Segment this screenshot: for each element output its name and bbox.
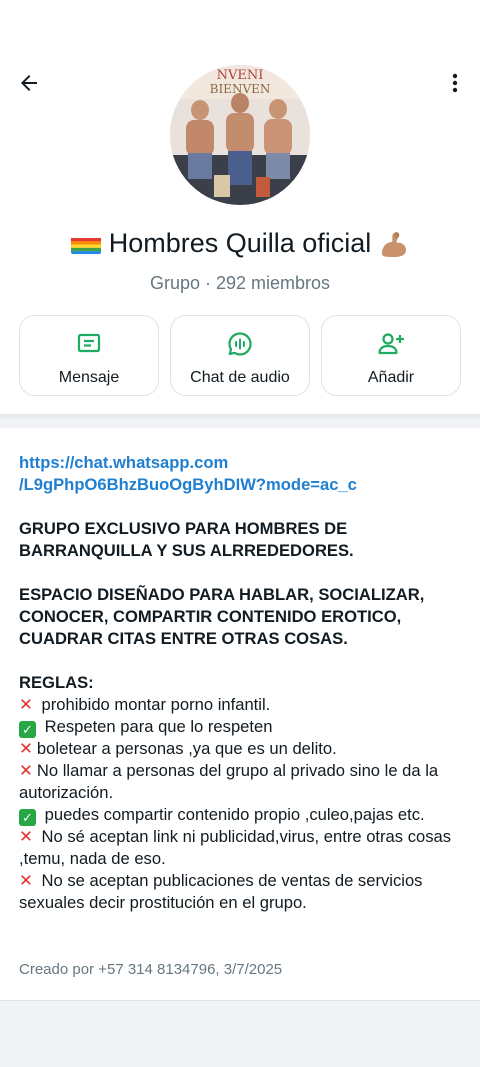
group-avatar[interactable]: NVENI BIENVEN [170,65,310,205]
rules-list: ✕ prohibido montar porno infantil. ✓ Resp… [19,694,459,914]
created-by-text: Creado por +57 314 8134796, 3/7/2025 [19,961,283,978]
group-name-text: Hombres Quilla oficial [108,228,372,258]
invite-link-line1: https://chat.whatsapp.com [19,453,229,472]
rule-text: prohibido montar porno infantil. [36,695,271,714]
cross-mark-icon: ✕ [19,827,33,846]
rule-text: boletear a personas ,ya que es un delito… [36,739,337,758]
rule-text: No llamar a personas del grupo al privad… [19,761,439,802]
rule-text: No se aceptan publicaciones de ventas de… [19,871,423,912]
group-description: https://chat.whatsapp.com /L9gPhpO6BhzBu… [19,452,459,914]
section-divider [0,414,480,420]
check-mark-icon: ✓ [19,721,36,738]
more-vertical-icon [452,73,458,93]
audio-chat-icon [228,332,252,356]
group-header-card: NVENI BIENVEN Hombres Quilla oficial Gru… [0,0,480,414]
group-description-card: https://chat.whatsapp.com /L9gPhpO6BhzBu… [0,428,480,1001]
description-purpose: ESPACIO DISEÑADO PARA HABLAR, SOCIALIZAR… [19,585,425,648]
check-mark-icon: ✓ [19,809,36,826]
cross-mark-icon: ✕ [19,739,33,758]
cross-mark-icon: ✕ [19,695,33,714]
invite-link[interactable]: https://chat.whatsapp.com /L9gPhpO6BhzBu… [19,452,459,496]
audio-chat-button[interactable]: Chat de audio [170,315,310,396]
rule-item: ✕ No se aceptan publicaciones de ventas … [19,870,459,914]
rule-item: ✕ boletear a personas ,ya que es un delit… [19,738,459,760]
rule-item: ✕ prohibido montar porno infantil. [19,694,459,716]
message-icon [77,333,101,353]
cross-mark-icon: ✕ [19,761,33,780]
message-button[interactable]: Mensaje [19,315,159,396]
rule-text: puedes compartir contenido propio ,culeo… [40,805,425,824]
svg-text:NVENI: NVENI [217,68,264,83]
rules-heading: REGLAS: [19,673,94,692]
rainbow-flag-icon [70,234,101,254]
group-name: Hombres Quilla oficial [0,228,480,259]
arrow-left-icon [21,75,37,91]
add-member-button[interactable]: Añadir [321,315,461,396]
more-options-button[interactable] [440,68,470,98]
rule-item: ✓ Respeten para que lo respeten [19,716,459,738]
message-button-label: Mensaje [58,369,120,386]
rule-item: ✓ puedes compartir contenido propio ,cul… [19,804,459,826]
group-info-screen: NVENI BIENVEN Hombres Quilla oficial Gru… [0,0,480,1067]
description-title: GRUPO EXCLUSIVO PARA HOMBRES DE BARRANQU… [19,519,354,560]
rule-item: ✕ No sé aceptan link ni publicidad,virus… [19,826,459,870]
back-button[interactable] [14,68,44,98]
rule-item: ✕ No llamar a personas del grupo al priva… [19,760,459,804]
invite-link-line2: /L9gPhpO6BhzBuoOgByhDIW?mode=ac_c [19,475,357,494]
group-subtitle: Grupo · 292 miembros [149,273,331,293]
group-photo-image: NVENI BIENVEN [170,65,310,205]
flexed-biceps-icon [379,230,409,258]
add-person-icon [378,333,404,355]
rule-text: No sé aceptan link ni publicidad,virus, … [19,827,452,868]
cross-mark-icon: ✕ [19,871,33,890]
rule-text: Respeten para que lo respeten [40,717,273,736]
audio-chat-button-label: Chat de audio [190,369,290,386]
add-member-button-label: Añadir [367,369,415,386]
